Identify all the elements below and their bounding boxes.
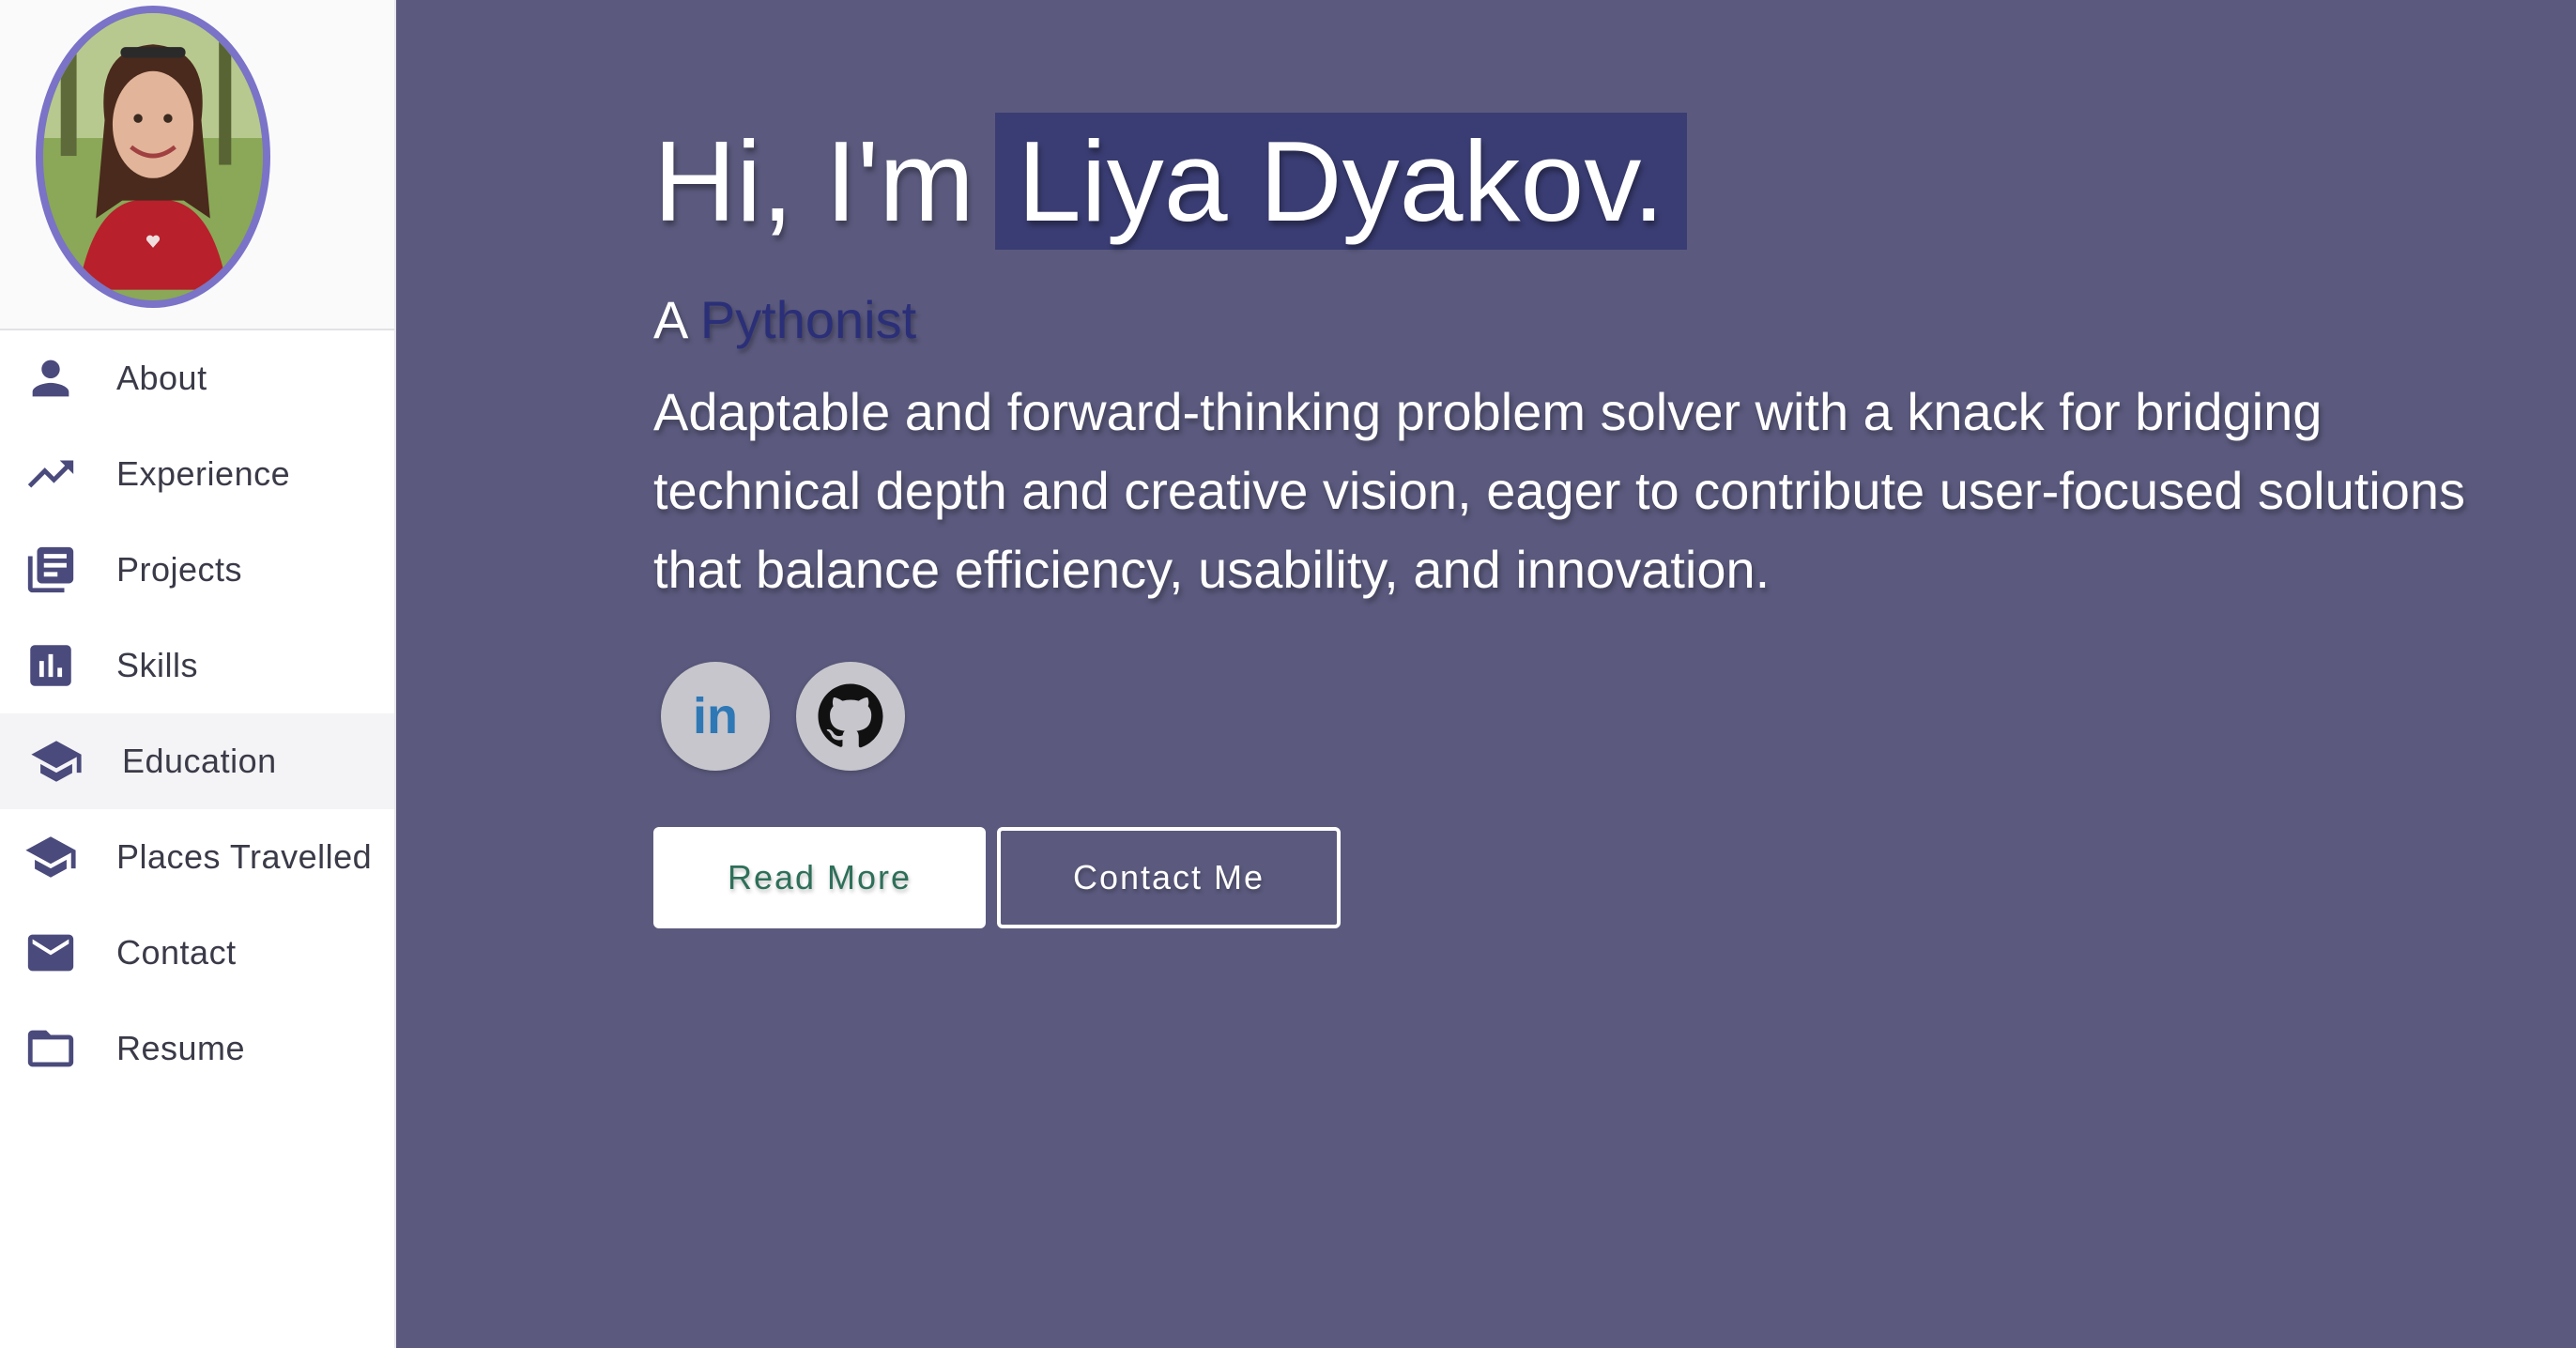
sidebar: About Experience Projects Skills Educati… bbox=[0, 0, 396, 1348]
sidebar-item-about[interactable]: About bbox=[0, 330, 394, 426]
mail-icon bbox=[23, 925, 79, 981]
hero-section: Hi, I'm Liya Dyakov. A Pythonist Adaptabl… bbox=[398, 0, 2576, 1348]
typed-role: Pythonist bbox=[699, 290, 917, 349]
sidebar-item-contact[interactable]: Contact bbox=[0, 905, 394, 1001]
github-button[interactable] bbox=[796, 662, 905, 771]
sidebar-item-resume[interactable]: Resume bbox=[0, 1001, 394, 1096]
linkedin-button[interactable]: in bbox=[661, 662, 770, 771]
name-highlight: Liya Dyakov. bbox=[994, 113, 1688, 250]
library-books-icon bbox=[23, 542, 79, 598]
profile-photo bbox=[43, 13, 263, 300]
tagline-prefix: A bbox=[653, 290, 686, 349]
sidebar-item-label: Contact bbox=[116, 933, 237, 972]
avatar-container bbox=[0, 0, 394, 330]
tagline: A Pythonist bbox=[653, 289, 2493, 350]
hero-content: Hi, I'm Liya Dyakov. A Pythonist Adaptabl… bbox=[653, 111, 2493, 928]
svg-text:in: in bbox=[693, 688, 738, 744]
trending-up-icon bbox=[23, 446, 79, 502]
bio-text: Adaptable and forward-thinking problem s… bbox=[653, 382, 2466, 599]
person-icon bbox=[23, 350, 79, 406]
sidebar-item-places-travelled[interactable]: Places Travelled bbox=[0, 809, 394, 905]
sidebar-item-projects[interactable]: Projects bbox=[0, 522, 394, 618]
avatar bbox=[36, 6, 270, 308]
bar-chart-icon bbox=[23, 637, 79, 694]
page-title: Hi, I'm Liya Dyakov. bbox=[653, 111, 2493, 252]
folder-icon bbox=[23, 1020, 79, 1077]
sidebar-item-label: About bbox=[116, 359, 207, 397]
sidebar-item-label: Experience bbox=[116, 454, 291, 493]
contact-me-button[interactable]: Contact Me bbox=[997, 827, 1341, 928]
sidebar-item-label: Projects bbox=[116, 550, 243, 589]
greeting-text: Hi, I'm bbox=[653, 117, 974, 245]
sidebar-nav: About Experience Projects Skills Educati… bbox=[0, 330, 394, 1096]
graduation-cap-icon bbox=[23, 829, 79, 885]
sidebar-item-education[interactable]: Education bbox=[0, 713, 394, 809]
sidebar-item-skills[interactable]: Skills bbox=[0, 618, 394, 713]
sidebar-item-label: Places Travelled bbox=[116, 837, 373, 876]
sidebar-item-label: Skills bbox=[116, 646, 199, 684]
sidebar-item-label: Resume bbox=[116, 1029, 246, 1067]
sidebar-item-experience[interactable]: Experience bbox=[0, 426, 394, 522]
social-links: in bbox=[653, 662, 2493, 771]
sidebar-item-label: Education bbox=[122, 742, 277, 780]
read-more-button[interactable]: Read More bbox=[653, 827, 986, 928]
graduation-cap-icon bbox=[28, 733, 84, 789]
github-icon bbox=[818, 683, 883, 748]
hero-actions: Read More Contact Me bbox=[653, 827, 2493, 928]
linkedin-icon: in bbox=[693, 688, 738, 744]
